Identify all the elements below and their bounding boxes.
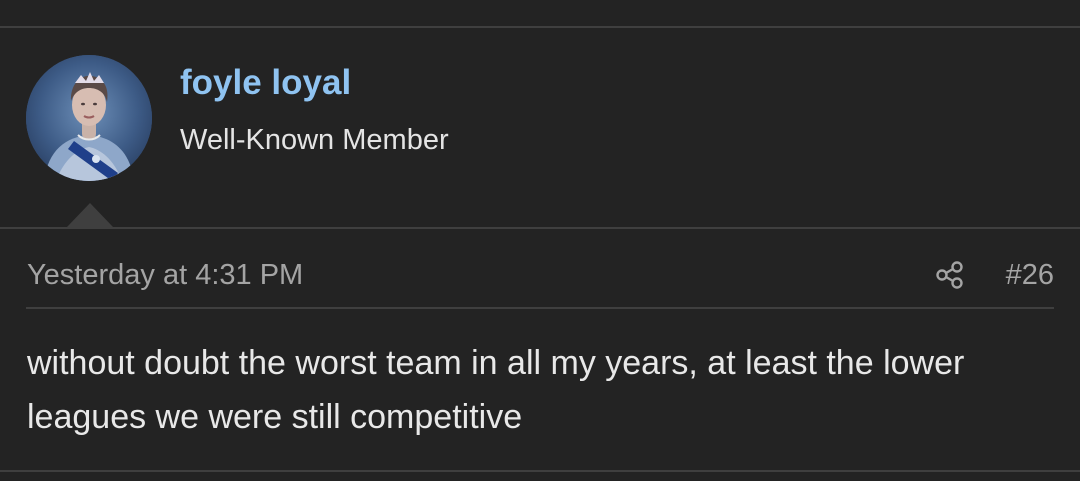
user-title: Well-Known Member (180, 124, 449, 156)
post-body-text: without doubt the worst team in all my y… (27, 344, 965, 436)
post-number-link[interactable]: #26 (1006, 258, 1054, 292)
share-icon[interactable] (933, 258, 967, 292)
forum-post: foyle loyal Well-Known Member Yesterday … (0, 0, 1080, 481)
bottom-divider (0, 470, 1080, 472)
message-pointer (67, 203, 113, 227)
user-avatar[interactable] (26, 55, 152, 181)
top-divider (0, 26, 1080, 28)
avatar-portrait-image (26, 55, 152, 181)
post-meta-divider (26, 307, 1054, 309)
post-date-link[interactable]: Yesterday at 4:31 PM (27, 258, 303, 292)
username-link[interactable]: foyle loyal (180, 62, 351, 104)
header-divider (0, 227, 1080, 229)
